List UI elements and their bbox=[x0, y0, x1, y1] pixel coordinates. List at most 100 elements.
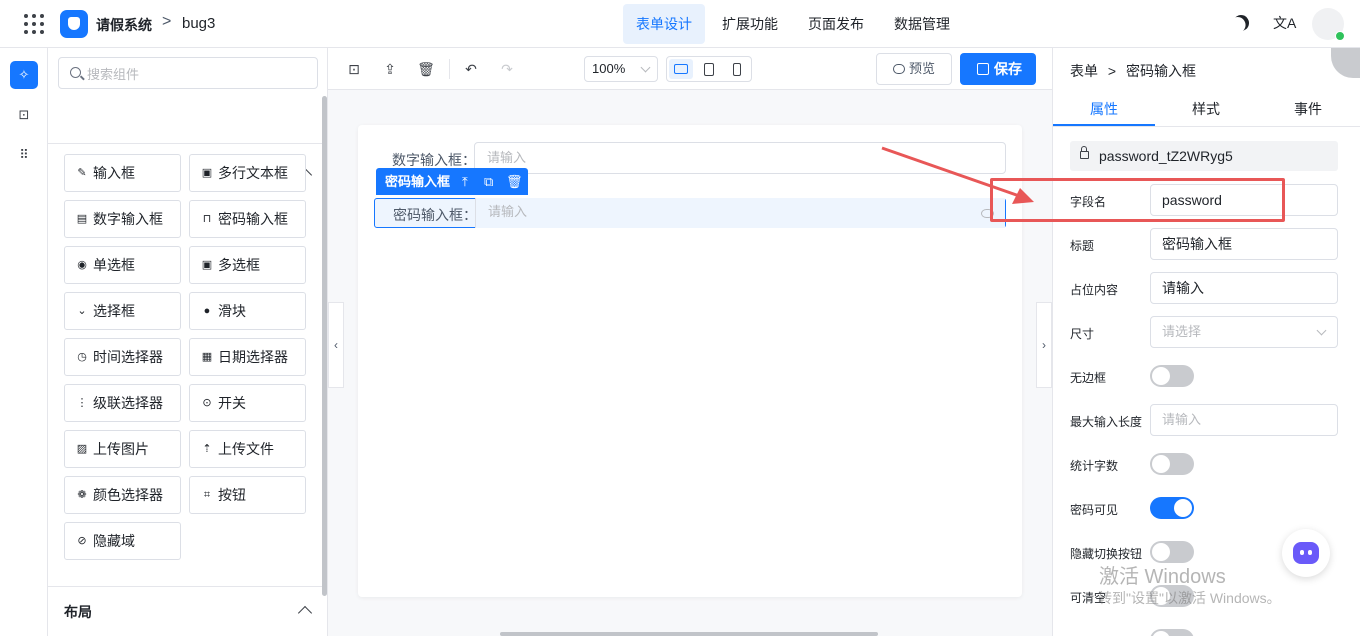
tree-icon[interactable]: ⠿ bbox=[10, 141, 38, 169]
radio-icon: ◉ bbox=[77, 259, 87, 271]
textarea-icon: ▣ bbox=[201, 167, 213, 179]
divider bbox=[48, 586, 327, 587]
project-name[interactable]: bug3 bbox=[182, 15, 215, 32]
redo-icon[interactable]: ↷ bbox=[498, 60, 516, 78]
maxlen-input[interactable]: 请输入 bbox=[1150, 404, 1338, 436]
size-label: 尺寸 bbox=[1070, 327, 1095, 341]
borderless-label: 无边框 bbox=[1070, 371, 1107, 385]
canvas-toolbar: ⊡ ⇪ 🗑 ↶ ↷ 100% 预览 保存 bbox=[328, 48, 1052, 90]
canvas-scrollbar[interactable] bbox=[500, 632, 878, 636]
lock-icon bbox=[1080, 146, 1089, 159]
props-tabs: 属性 样式 事件 bbox=[1053, 88, 1360, 127]
button-icon: ⌗ bbox=[203, 489, 211, 501]
tablet-icon[interactable] bbox=[697, 59, 721, 79]
component-upload-file[interactable]: ⇡ 上传文件 bbox=[189, 430, 306, 468]
component-date[interactable]: ▦ 日期选择器 bbox=[189, 338, 306, 376]
design-canvas: ⊡ ⇪ 🗑 ↶ ↷ 100% 预览 保存 数字输入框： 请输入 密码输入框 ⤒ … bbox=[328, 48, 1052, 636]
tab-form-design[interactable]: 表单设计 bbox=[623, 4, 705, 44]
component-switch[interactable]: ⊙ 开关 bbox=[189, 384, 306, 422]
dark-mode-icon[interactable] bbox=[1230, 12, 1252, 34]
save-button[interactable]: 保存 bbox=[960, 53, 1036, 85]
select-icon: ⌄ bbox=[77, 305, 87, 317]
component-color[interactable]: ❁ 颜色选择器 bbox=[64, 476, 181, 514]
translate-icon[interactable]: 文A bbox=[1273, 13, 1296, 33]
tab-attributes[interactable]: 属性 bbox=[1053, 99, 1155, 119]
trash-icon[interactable]: 🗑 bbox=[417, 60, 435, 78]
visible-toggle[interactable] bbox=[1150, 497, 1194, 519]
windows-watermark: 激活 Windows bbox=[1099, 566, 1226, 588]
apps-grid-icon[interactable] bbox=[24, 14, 44, 34]
tab-extensions[interactable]: 扩展功能 bbox=[709, 4, 791, 44]
count-toggle[interactable] bbox=[1150, 453, 1194, 475]
slider-icon: ● bbox=[203, 305, 211, 317]
left-icon-rail: ✧ ⊡ ⠿ bbox=[0, 48, 48, 636]
trash-icon[interactable]: 🗑 bbox=[506, 168, 523, 195]
mobile-icon[interactable] bbox=[725, 59, 749, 79]
robot-icon bbox=[1293, 542, 1319, 564]
image-icon: ▨ bbox=[76, 443, 88, 455]
maxlen-label: 最大输入长度 bbox=[1070, 415, 1143, 429]
upload-icon[interactable]: ⇪ bbox=[381, 60, 399, 78]
eye-off-icon: ⊘ bbox=[77, 535, 87, 547]
top-nav-tabs: 表单设计 扩展功能 页面发布 数据管理 bbox=[623, 4, 967, 44]
tab-publish[interactable]: 页面发布 bbox=[795, 4, 877, 44]
collapse-left-handle[interactable]: ‹ bbox=[328, 302, 344, 388]
count-label: 统计字数 bbox=[1070, 459, 1119, 473]
code-icon[interactable]: ⊡ bbox=[10, 101, 38, 129]
placeholder-label: 占位内容 bbox=[1070, 283, 1119, 297]
component-panel: 表单 ✎输入框 ▣多行文本框 ▤数字输入框 ⊓密码输入框 ◉单选框 ▣多选框 ⌄… bbox=[48, 48, 328, 636]
panel-scrollbar[interactable] bbox=[322, 96, 327, 596]
component-input[interactable]: ✎ 输入框 bbox=[64, 154, 181, 192]
chevron-up-icon[interactable] bbox=[297, 605, 313, 621]
component-textarea[interactable]: ▣ 多行文本框 bbox=[189, 154, 306, 192]
annotation-arrow bbox=[881, 146, 1034, 204]
assistant-chat-button[interactable] bbox=[1282, 529, 1330, 577]
component-upload-image[interactable]: ▨ 上传图片 bbox=[64, 430, 181, 468]
divider bbox=[48, 143, 327, 144]
placeholder-input[interactable]: 请输入 bbox=[1150, 272, 1338, 304]
zoom-select[interactable]: 100% bbox=[584, 56, 658, 82]
upload-icon: ⇡ bbox=[202, 443, 212, 455]
collapse-right-handle[interactable]: › bbox=[1036, 302, 1052, 388]
breadcrumb: 表单 > 密码输入框 bbox=[1070, 63, 1196, 79]
app-logo bbox=[60, 10, 88, 38]
app-name[interactable]: 请假系统 bbox=[96, 15, 152, 35]
clock-icon: ◷ bbox=[77, 351, 87, 363]
tab-data[interactable]: 数据管理 bbox=[881, 4, 963, 44]
title-input[interactable]: 密码输入框 bbox=[1150, 228, 1338, 260]
component-slider[interactable]: ● 滑块 bbox=[189, 292, 306, 330]
search-icon bbox=[70, 67, 81, 78]
next-toggle[interactable] bbox=[1150, 629, 1194, 636]
borderless-toggle[interactable] bbox=[1150, 365, 1194, 387]
tab-style[interactable]: 样式 bbox=[1155, 99, 1257, 119]
json-icon[interactable]: ⊡ bbox=[345, 60, 363, 78]
component-select[interactable]: ⌄ 选择框 bbox=[64, 292, 181, 330]
component-number[interactable]: ▤ 数字输入框 bbox=[64, 200, 181, 238]
component-password[interactable]: ⊓ 密码输入框 bbox=[189, 200, 306, 238]
component-search[interactable] bbox=[58, 57, 318, 89]
expand-icon[interactable] bbox=[1331, 48, 1360, 78]
component-hidden[interactable]: ⊘ 隐藏域 bbox=[64, 522, 181, 560]
copy-icon[interactable]: ⧉ bbox=[484, 168, 493, 195]
desktop-icon[interactable] bbox=[669, 59, 693, 79]
search-input[interactable] bbox=[87, 64, 307, 84]
chevron-down-icon bbox=[1316, 325, 1327, 336]
divider bbox=[449, 59, 450, 79]
component-cascader[interactable]: ⋮ 级联选择器 bbox=[64, 384, 181, 422]
component-checkbox[interactable]: ▣ 多选框 bbox=[189, 246, 306, 284]
avatar[interactable] bbox=[1312, 8, 1345, 41]
eye-icon[interactable] bbox=[981, 209, 994, 218]
tab-events[interactable]: 事件 bbox=[1257, 99, 1359, 119]
undo-icon[interactable]: ↶ bbox=[462, 60, 480, 78]
checkbox-icon: ▣ bbox=[201, 259, 213, 271]
chevron-right-icon: > bbox=[162, 13, 172, 30]
field-name-input[interactable]: password bbox=[1150, 184, 1338, 216]
move-up-icon[interactable]: ⤒ bbox=[462, 168, 468, 195]
puzzle-icon[interactable]: ✧ bbox=[10, 61, 38, 89]
component-button[interactable]: ⌗ 按钮 bbox=[189, 476, 306, 514]
preview-button[interactable]: 预览 bbox=[876, 53, 952, 85]
palette-icon: ❁ bbox=[77, 489, 87, 501]
component-radio[interactable]: ◉ 单选框 bbox=[64, 246, 181, 284]
component-time[interactable]: ◷ 时间选择器 bbox=[64, 338, 181, 376]
size-select[interactable]: 请选择 bbox=[1150, 316, 1338, 348]
